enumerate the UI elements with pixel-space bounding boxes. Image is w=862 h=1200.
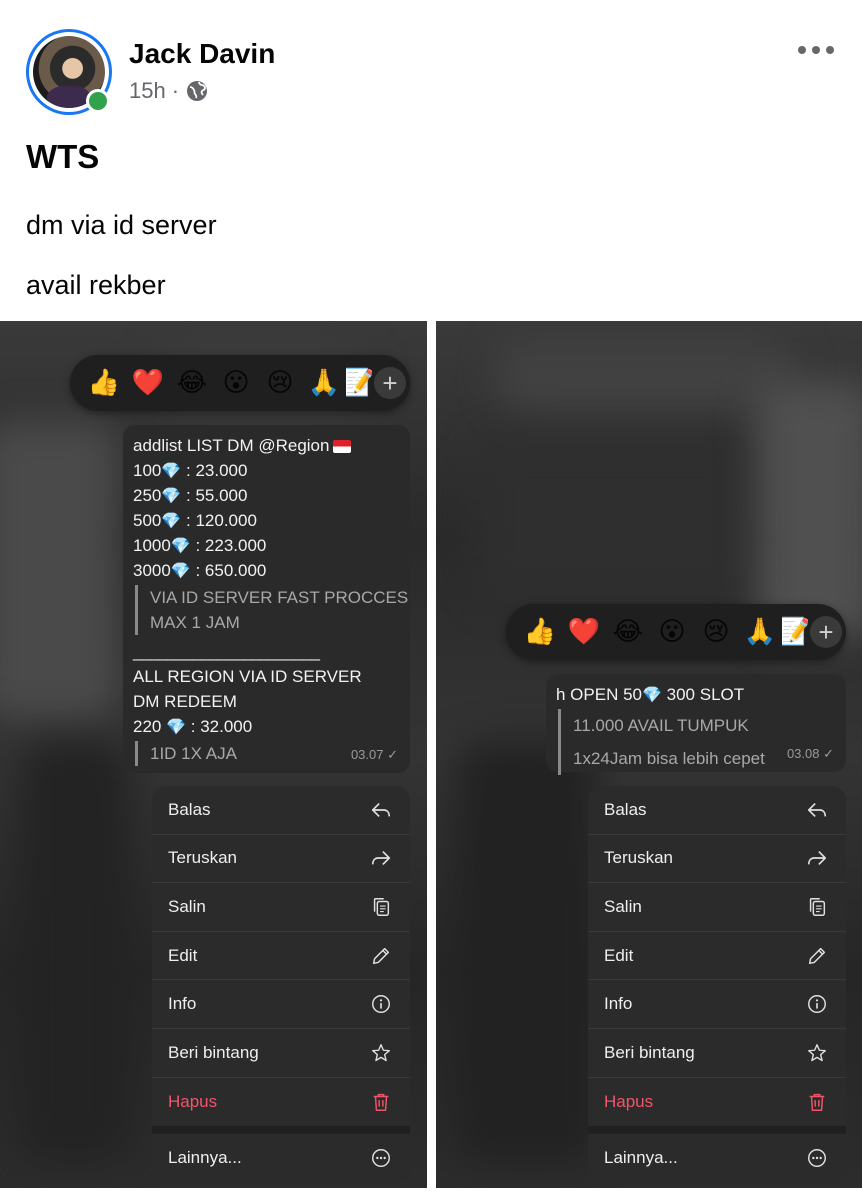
reaction-bar: 👍 ❤️ 😂 😮 😢 🙏 📝 + <box>70 355 410 411</box>
menu-item-reply[interactable]: Balas <box>152 786 410 835</box>
menu-item-forward[interactable]: Teruskan <box>152 835 410 884</box>
more-circle-icon <box>372 1149 390 1168</box>
star-icon <box>808 1043 826 1061</box>
menu-item-more[interactable]: Lainnya... <box>152 1134 410 1183</box>
diamond-icon: 💎 <box>166 717 187 736</box>
message-bubble[interactable]: addlist LIST DM @Region 100💎 : 23.000 25… <box>123 425 410 773</box>
thumbs-up-reaction[interactable]: 👍 <box>518 610 562 654</box>
message-bubble[interactable]: h OPEN 50💎 300 SLOT 11.000 AVAIL TUMPUK … <box>546 674 846 775</box>
add-reaction-icon[interactable]: + <box>810 616 842 648</box>
menu-item-edit[interactable]: Edit <box>588 932 846 981</box>
author-name[interactable]: Jack Davin <box>129 38 275 70</box>
redeem-price-row: 220 💎 : 32.000 <box>133 717 253 736</box>
menu-item-info[interactable]: Info <box>152 980 410 1029</box>
reply-icon <box>807 802 827 817</box>
price-row: 100💎 : 23.000 <box>133 461 248 480</box>
trash-icon <box>809 1093 825 1111</box>
message-header: addlist LIST DM @Region <box>133 433 398 458</box>
post-header: Jack Davin 15h · <box>0 0 862 130</box>
pray-reaction[interactable]: 🙏 <box>302 361 346 405</box>
meta-separator: · <box>171 78 180 103</box>
post-meta: 15h · <box>129 78 209 104</box>
menu-item-edit[interactable]: Edit <box>152 932 410 981</box>
context-menu: Balas Teruskan Salin Edit Info Beri bint… <box>152 786 410 1183</box>
star-icon <box>372 1043 390 1061</box>
info-icon <box>372 995 390 1014</box>
menu-item-copy[interactable]: Salin <box>588 883 846 932</box>
memo-reaction[interactable]: 📝 <box>782 610 808 654</box>
menu-separator <box>152 1126 410 1135</box>
thumbs-up-reaction[interactable]: 👍 <box>82 361 126 405</box>
menu-separator <box>588 1126 846 1135</box>
memo-reaction[interactable]: 📝 <box>346 361 372 405</box>
post-time[interactable]: 15h <box>129 78 166 104</box>
laugh-reaction[interactable]: 😂 <box>170 361 214 405</box>
redeem-line: DM REDEEM <box>133 692 237 711</box>
diamond-icon: 💎 <box>170 536 191 555</box>
price-row: 250💎 : 55.000 <box>133 486 248 505</box>
sad-reaction[interactable]: 😢 <box>258 361 302 405</box>
quote-block: VIA ID SERVER FAST PROCCES MAX 1 JAM <box>135 585 409 635</box>
region-line: ALL REGION VIA ID SERVER <box>133 667 362 686</box>
screenshot-right: 👍 ❤️ 😂 😮 😢 🙏 📝 + h OPEN 50💎 300 SLOT 11.… <box>436 321 862 1188</box>
more-circle-icon <box>808 1149 826 1168</box>
diamond-icon: 💎 <box>642 685 662 704</box>
online-status-icon <box>86 89 110 113</box>
surprised-reaction[interactable]: 😮 <box>650 610 694 654</box>
diamond-icon: 💎 <box>161 486 182 505</box>
copy-icon <box>809 898 826 916</box>
copy-icon <box>373 898 390 916</box>
laugh-reaction[interactable]: 😂 <box>606 610 650 654</box>
reply-icon <box>371 802 391 817</box>
more-options-icon[interactable] <box>798 38 834 62</box>
quote-line: MAX 1 JAM <box>150 613 240 632</box>
forward-icon <box>807 851 827 866</box>
post-title: WTS <box>26 138 100 175</box>
price-row: 500💎 : 120.000 <box>133 511 257 530</box>
info-icon <box>808 995 826 1014</box>
surprised-reaction[interactable]: 😮 <box>214 361 258 405</box>
menu-item-info[interactable]: Info <box>588 980 846 1029</box>
trash-icon <box>373 1093 389 1111</box>
post-text-line-2: avail rekber <box>26 270 166 300</box>
indonesia-flag-icon <box>333 440 352 454</box>
message-time: 03.07 ✓ <box>350 747 398 762</box>
menu-item-delete[interactable]: Hapus <box>152 1078 410 1127</box>
menu-item-star[interactable]: Beri bintang <box>588 1029 846 1078</box>
heart-reaction[interactable]: ❤️ <box>562 610 606 654</box>
diamond-icon: 💎 <box>161 461 182 480</box>
pray-reaction[interactable]: 🙏 <box>738 610 782 654</box>
pencil-icon <box>372 947 390 964</box>
menu-item-copy[interactable]: Salin <box>152 883 410 932</box>
quote-line: 11.000 AVAIL TUMPUK <box>573 716 749 735</box>
quote-line: VIA ID SERVER FAST PROCCES <box>150 588 409 607</box>
price-row: 1000💎 : 223.000 <box>133 536 267 555</box>
message-time: 03.08 ✓ <box>786 746 834 761</box>
menu-item-forward[interactable]: Teruskan <box>588 835 846 884</box>
message-header: h OPEN 50💎 300 SLOT <box>556 685 745 704</box>
heart-reaction[interactable]: ❤️ <box>126 361 170 405</box>
menu-item-more[interactable]: Lainnya... <box>588 1134 846 1183</box>
diamond-icon: 💎 <box>161 511 182 530</box>
sad-reaction[interactable]: 😢 <box>694 610 738 654</box>
diamond-icon: 💎 <box>170 561 191 580</box>
context-menu: Balas Teruskan Salin Edit Info Beri bint… <box>588 786 846 1183</box>
add-reaction-icon[interactable]: + <box>374 367 406 399</box>
globe-icon <box>187 81 208 101</box>
menu-item-star[interactable]: Beri bintang <box>152 1029 410 1078</box>
forward-icon <box>371 851 391 866</box>
price-row: 3000💎 : 650.000 <box>133 561 267 580</box>
reaction-bar: 👍 ❤️ 😂 😮 😢 🙏 📝 + <box>506 604 846 660</box>
post-text-line-1: dm via id server <box>26 210 217 240</box>
menu-item-reply[interactable]: Balas <box>588 786 846 835</box>
screenshot-left: 👍 ❤️ 😂 😮 😢 🙏 📝 + addlist LIST DM @Region… <box>0 321 427 1188</box>
pencil-icon <box>808 947 826 964</box>
menu-item-delete[interactable]: Hapus <box>588 1078 846 1127</box>
divider-text: ______________________ <box>133 642 320 661</box>
